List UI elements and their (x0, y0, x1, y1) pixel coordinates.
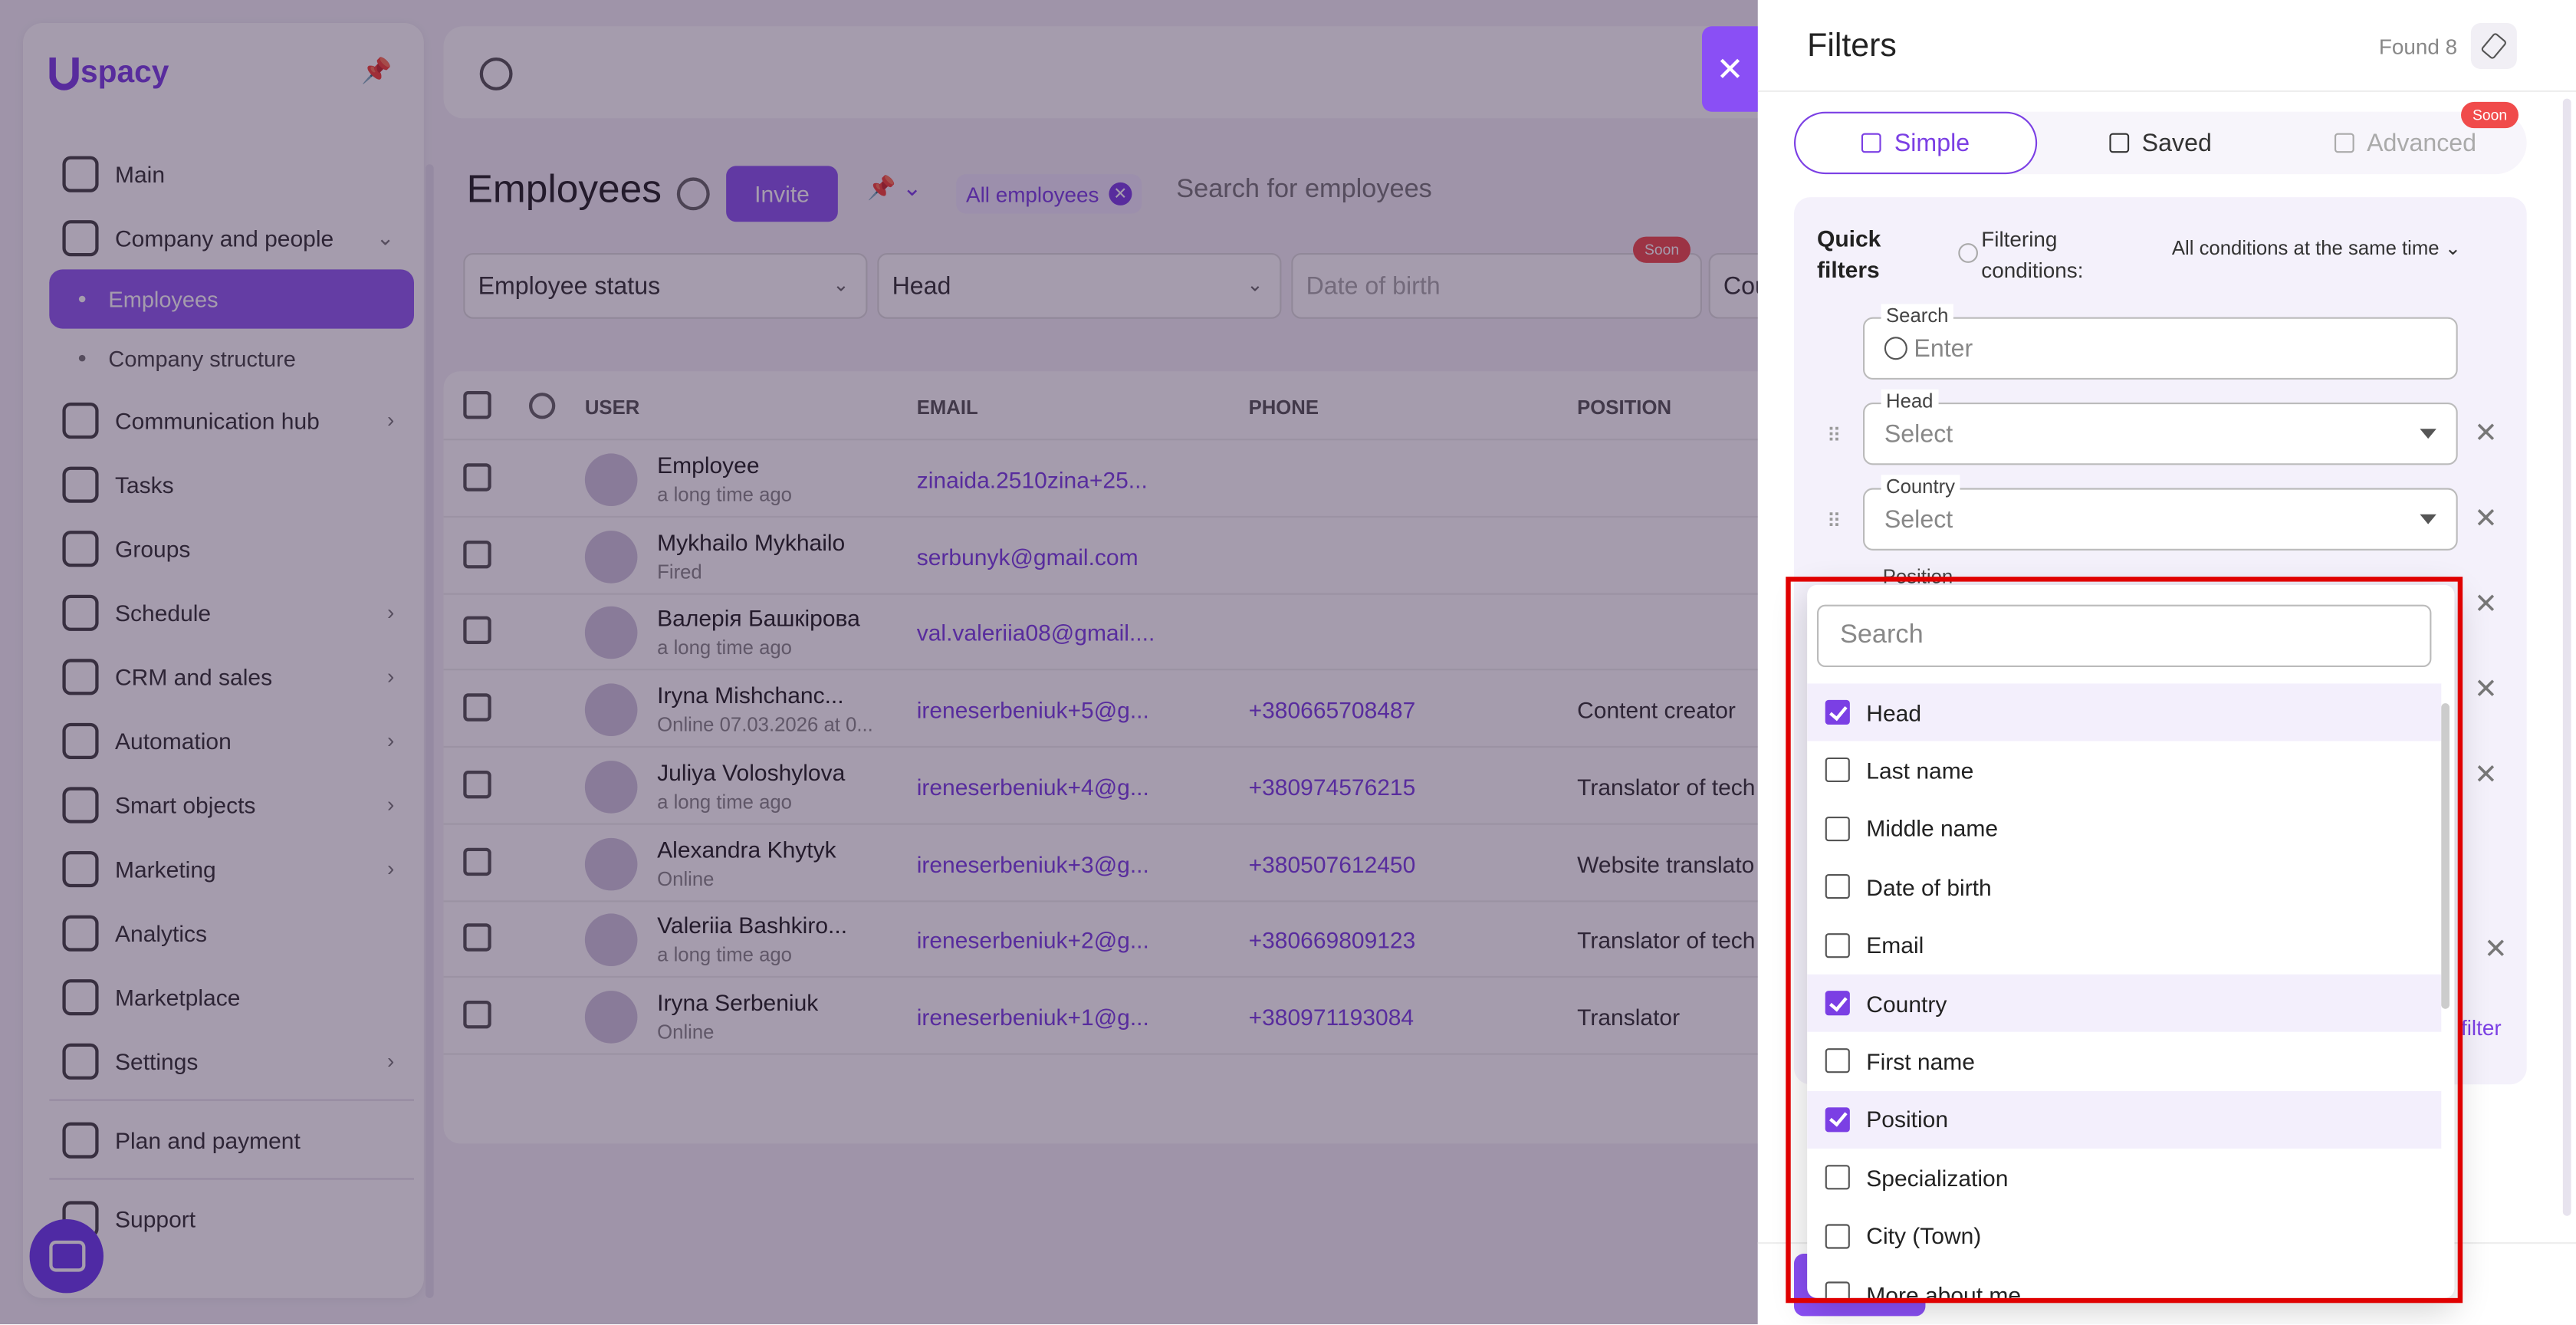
option-label: Position (1866, 1106, 1949, 1133)
panel-scrollbar[interactable] (2562, 98, 2571, 1216)
add-filter-link[interactable]: filter (2461, 1015, 2502, 1040)
checkbox-checked[interactable] (1825, 699, 1850, 725)
advanced-filter-icon (2334, 133, 2354, 153)
option-label: First name (1866, 1047, 1975, 1075)
caret-down-icon (2420, 514, 2436, 524)
remove-filter-icon[interactable]: ✕ (2484, 933, 2508, 966)
dropdown-search-input[interactable]: Search (1817, 604, 2432, 667)
option-item[interactable]: First name (1807, 1033, 2441, 1090)
field-label: Head (1881, 389, 1938, 413)
option-label: Last name (1866, 757, 1974, 784)
found-count: Found 8 (2378, 35, 2458, 60)
option-label: More about me (1866, 1281, 2022, 1298)
option-item[interactable]: City (Town) (1807, 1207, 2441, 1264)
eraser-icon[interactable] (2470, 23, 2517, 69)
head-select[interactable]: Head Select (1863, 389, 2458, 465)
checkbox[interactable] (1825, 1165, 1850, 1190)
option-label: City (Town) (1866, 1222, 1982, 1249)
search-field[interactable]: Search Enter (1863, 304, 2458, 380)
option-label: Middle name (1866, 815, 1999, 842)
option-item[interactable]: Head (1807, 683, 2442, 741)
conditions-value: All conditions at the same time (2171, 236, 2440, 260)
field-placeholder: Select (1884, 420, 1953, 449)
drag-handle-icon[interactable]: ⠿ (1827, 424, 1842, 447)
option-item[interactable]: Position (1807, 1090, 2442, 1149)
option-item[interactable]: Date of birth (1807, 858, 2441, 916)
checkbox[interactable] (1825, 874, 1850, 899)
conditions-select[interactable]: All conditions at the same time ⌄ (2172, 237, 2461, 260)
app-root: spacy 📌 Main Company and people ⌄ Employees… (0, 0, 2576, 1325)
field-label: Country (1881, 475, 1960, 498)
tab-simple[interactable]: Simple (1794, 111, 2038, 175)
checkbox[interactable] (1825, 758, 1850, 783)
option-label: Specialization (1866, 1164, 2009, 1191)
checkbox[interactable] (1825, 1281, 1850, 1298)
checkbox[interactable] (1825, 1223, 1850, 1248)
remove-filter-icon[interactable]: ✕ (2474, 503, 2498, 536)
option-item[interactable]: Email (1807, 916, 2441, 974)
option-item[interactable]: Specialization (1807, 1149, 2441, 1206)
sliders-icon (1861, 133, 1881, 153)
field-label: Search (1881, 304, 1953, 327)
caret-down-icon (2420, 429, 2436, 439)
remove-filter-icon[interactable]: ✕ (2474, 759, 2498, 792)
modal-overlay[interactable] (0, 0, 1758, 1325)
tab-label: Simple (1894, 129, 1970, 157)
checkbox[interactable] (1825, 816, 1850, 841)
quick-filters-title: Quick filters (1817, 225, 1881, 283)
tab-label: Saved (2141, 129, 2212, 157)
option-label: Head (1866, 699, 1922, 726)
checkbox-checked[interactable] (1825, 991, 1850, 1016)
info-icon[interactable] (1958, 243, 1978, 263)
tab-saved[interactable]: Saved (2040, 112, 2280, 174)
option-label: Email (1866, 932, 1924, 958)
field-placeholder: Enter (1914, 335, 1973, 363)
option-item[interactable]: Last name (1807, 741, 2441, 799)
option-label: Country (1866, 990, 1947, 1017)
checkbox[interactable] (1825, 932, 1850, 958)
option-item[interactable]: Middle name (1807, 800, 2441, 857)
field-picker-dropdown: Search Head Last name Middle name Date of b… (1807, 584, 2455, 1298)
soon-badge: Soon (2461, 101, 2519, 129)
panel-header: Filters Found 8 (1757, 0, 2576, 92)
remove-filter-icon[interactable]: ✕ (2474, 417, 2498, 450)
drag-handle-icon[interactable]: ⠿ (1827, 509, 1842, 532)
country-select[interactable]: Country Select (1863, 475, 2458, 551)
option-item[interactable]: More about me (1807, 1265, 2441, 1298)
dropdown-scrollbar[interactable] (2441, 703, 2450, 1009)
field-placeholder: Select (1884, 506, 1953, 534)
filter-tabs: Simple Saved Advanced (1794, 111, 2527, 175)
remove-filter-icon[interactable]: ✕ (2474, 674, 2498, 707)
bookmark-icon (2108, 133, 2129, 153)
checkbox-checked[interactable] (1825, 1106, 1850, 1132)
filtering-conditions-label: Filtering conditions: (1981, 226, 2084, 283)
checkbox[interactable] (1825, 1048, 1850, 1074)
close-panel-button[interactable]: ✕ (1702, 26, 1758, 112)
search-placeholder: Search (1840, 621, 1924, 649)
option-label: Date of birth (1866, 873, 1992, 900)
search-icon (1884, 337, 1907, 360)
tab-label: Advanced (2367, 129, 2477, 157)
option-item[interactable]: Country (1807, 974, 2442, 1032)
remove-filter-icon[interactable]: ✕ (2474, 588, 2498, 621)
panel-title: Filters (1807, 28, 1897, 64)
